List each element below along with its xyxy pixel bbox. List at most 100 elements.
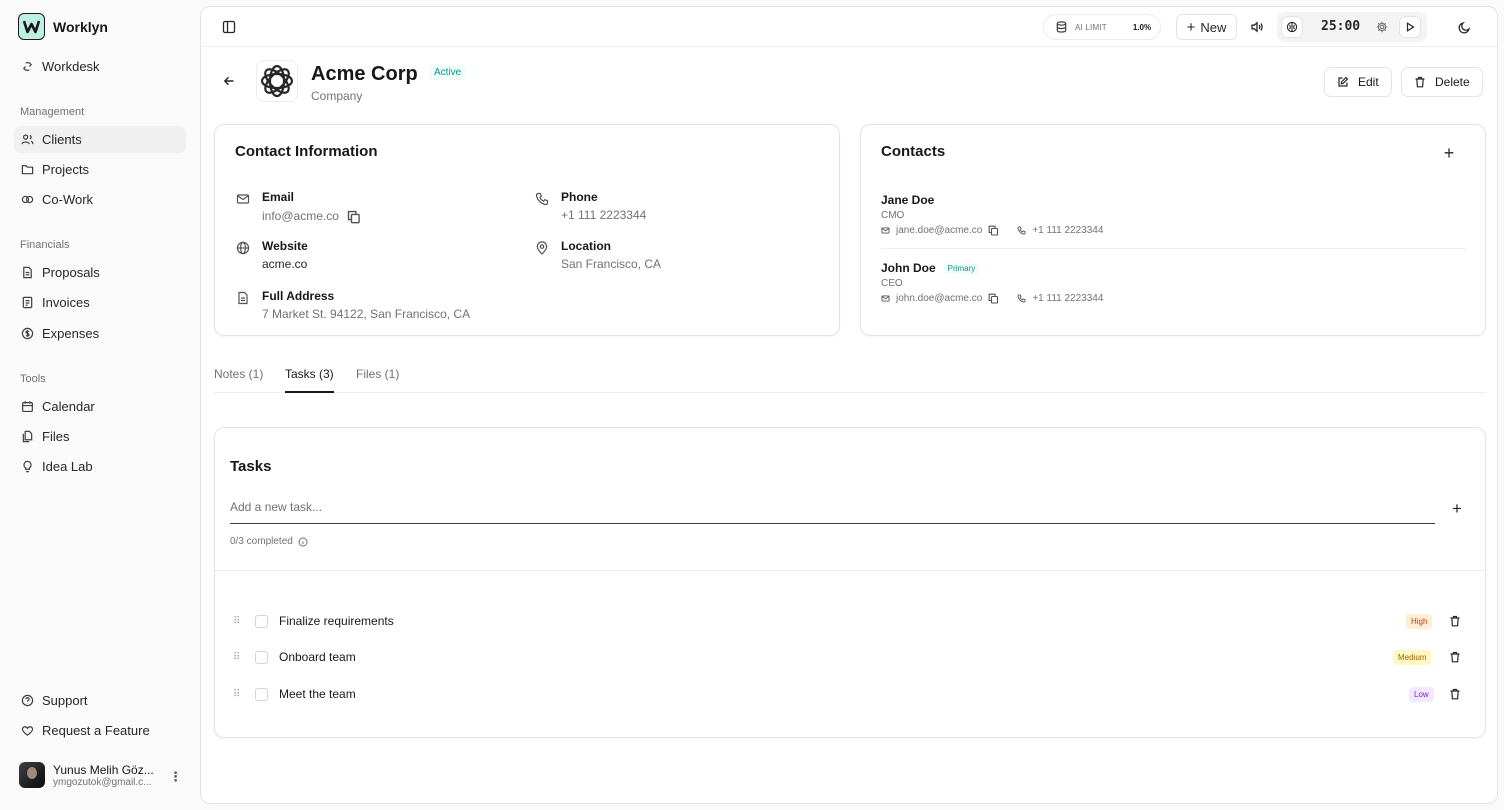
address-info: Full Address 7 Market St. 94122, San Fra… xyxy=(236,289,470,321)
sidebar-item-expenses[interactable]: Expenses xyxy=(14,320,186,347)
trash-icon[interactable] xyxy=(1449,615,1461,627)
heart-icon xyxy=(21,726,34,736)
website-label: Website xyxy=(262,239,308,253)
sidebar-item-label: Files xyxy=(42,429,70,444)
sound-button[interactable] xyxy=(1249,19,1265,35)
new-button-label: New xyxy=(1200,19,1227,35)
tab-files[interactable]: Files (1) xyxy=(356,367,399,393)
phone-icon xyxy=(535,192,549,206)
drag-handle-icon[interactable]: ⠿ xyxy=(233,616,243,627)
contact-role: CMO xyxy=(881,210,905,221)
avatar xyxy=(19,762,45,788)
focus-mode-button[interactable] xyxy=(1281,16,1303,38)
sidebar-item-label: Invoices xyxy=(42,295,90,310)
new-task-input[interactable]: Add a new task... xyxy=(230,500,1435,524)
play-icon xyxy=(1406,22,1415,32)
folder-icon xyxy=(21,165,34,175)
sidebar-item-label: Clients xyxy=(42,132,82,147)
receipt-icon xyxy=(22,296,33,309)
company-name: Acme Corp xyxy=(311,63,418,85)
dollar-circle-icon xyxy=(21,327,34,340)
sidebar-item-invoices[interactable]: Invoices xyxy=(14,289,186,316)
trash-icon[interactable] xyxy=(1449,688,1461,700)
sidebar-item-files[interactable]: Files xyxy=(14,423,186,450)
sidebar-item-label: Calendar xyxy=(42,399,95,414)
copy-icon[interactable] xyxy=(988,225,999,236)
sidebar-item-label: Support xyxy=(42,693,88,708)
drag-handle-icon[interactable]: ⠿ xyxy=(233,689,243,700)
main-panel: AI LIMIT 1.0% + New 25:00 Acme Corp Acti… xyxy=(200,6,1498,804)
add-task-button[interactable]: + xyxy=(1450,499,1464,518)
workdesk-icon xyxy=(22,62,33,71)
info-icon[interactable] xyxy=(298,537,308,547)
sidebar-item-request-feature[interactable]: Request a Feature xyxy=(14,717,186,744)
user-email: ymgozutok@gmail.c... xyxy=(53,776,152,788)
sidebar-item-calendar[interactable]: Calendar xyxy=(14,393,186,420)
status-badge: Active xyxy=(429,65,467,80)
sidebar-item-workdesk[interactable]: Workdesk xyxy=(14,53,186,80)
location-label: Location xyxy=(561,239,611,253)
back-button[interactable] xyxy=(221,73,237,89)
delete-button[interactable]: Delete xyxy=(1401,67,1483,97)
sidebar-item-projects[interactable]: Projects xyxy=(14,156,186,183)
user-profile[interactable]: Yunus Melih Göz... ymgozutok@gmail.c... … xyxy=(19,762,189,788)
task-checkbox[interactable] xyxy=(255,614,268,628)
trash-icon[interactable] xyxy=(1449,651,1461,663)
gear-icon xyxy=(1376,21,1388,33)
more-vertical-icon[interactable]: ⋮ xyxy=(169,769,182,785)
sidebar-item-clients[interactable]: Clients xyxy=(14,126,186,153)
top-bar: AI LIMIT 1.0% + New 25:00 xyxy=(201,7,1497,47)
copy-icon[interactable] xyxy=(988,293,999,304)
tab-notes[interactable]: Notes (1) xyxy=(214,367,263,393)
timer-settings-button[interactable] xyxy=(1375,20,1389,34)
map-pin-icon xyxy=(536,241,548,255)
company-type: Company xyxy=(311,89,363,103)
mail-icon xyxy=(881,227,890,234)
ai-limit-indicator[interactable]: AI LIMIT 1.0% xyxy=(1043,14,1161,40)
task-row[interactable]: ⠿ Onboard team Medium xyxy=(233,645,1469,669)
timer-display: 25:00 xyxy=(1321,19,1361,34)
task-row[interactable]: ⠿ Finalize requirements High xyxy=(233,609,1469,633)
task-checkbox[interactable] xyxy=(255,687,268,701)
drag-handle-icon[interactable]: ⠿ xyxy=(233,652,243,663)
contact-name: John Doe xyxy=(881,261,936,275)
website-link[interactable]: acme.co xyxy=(262,257,307,271)
arrow-left-icon xyxy=(223,76,234,86)
plus-icon: + xyxy=(1452,499,1462,518)
add-contact-button[interactable]: + xyxy=(1441,143,1457,163)
card-title: Contact Information xyxy=(235,143,378,160)
address-label: Full Address xyxy=(262,289,335,303)
worklyn-logo-icon xyxy=(18,13,45,40)
sidebar-item-support[interactable]: Support xyxy=(14,687,186,714)
contact-item[interactable]: Jane Doe CMO jane.doe@acme.co +1 111 222… xyxy=(881,193,1465,249)
contact-role: CEO xyxy=(881,278,903,289)
contact-item[interactable]: John Doe Primary CEO john.doe@acme.co +1… xyxy=(881,261,1465,304)
copy-icon[interactable] xyxy=(347,210,361,224)
sidebar-item-cowork[interactable]: Co-Work xyxy=(14,186,186,213)
lightbulb-icon xyxy=(23,460,32,473)
tasks-card: Tasks Add a new task... + 0/3 completed … xyxy=(214,427,1486,738)
sidebar: Worklyn Workdesk Management Clients Proj… xyxy=(0,0,200,810)
trash-icon xyxy=(1415,76,1425,88)
nav-group-management: Management xyxy=(20,106,85,118)
timer-play-button[interactable] xyxy=(1399,16,1421,38)
brand[interactable]: Worklyn xyxy=(18,13,108,40)
task-row[interactable]: ⠿ Meet the team Low xyxy=(233,682,1469,706)
divider xyxy=(215,570,1485,571)
nav-group-financials: Financials xyxy=(20,239,70,251)
task-checkbox[interactable] xyxy=(255,650,268,664)
sidebar-item-proposals[interactable]: Proposals xyxy=(14,259,186,286)
theme-toggle-button[interactable] xyxy=(1456,19,1472,35)
sidebar-toggle-button[interactable] xyxy=(221,19,237,35)
new-button[interactable]: + New xyxy=(1176,14,1237,40)
primary-badge: Primary xyxy=(943,262,980,274)
phone-info: Phone +1 111 2223344 xyxy=(535,190,646,222)
tab-tasks[interactable]: Tasks (3) xyxy=(285,367,334,393)
tab-bar: Notes (1) Tasks (3) Files (1) xyxy=(214,367,1486,393)
card-title: Tasks xyxy=(230,458,272,475)
address-value: 7 Market St. 94122, San Francisco, CA xyxy=(262,307,471,321)
edit-button[interactable]: Edit xyxy=(1324,67,1392,97)
brain-icon xyxy=(1286,21,1298,33)
sidebar-item-idealab[interactable]: Idea Lab xyxy=(14,453,186,480)
priority-badge: Medium xyxy=(1393,649,1432,665)
